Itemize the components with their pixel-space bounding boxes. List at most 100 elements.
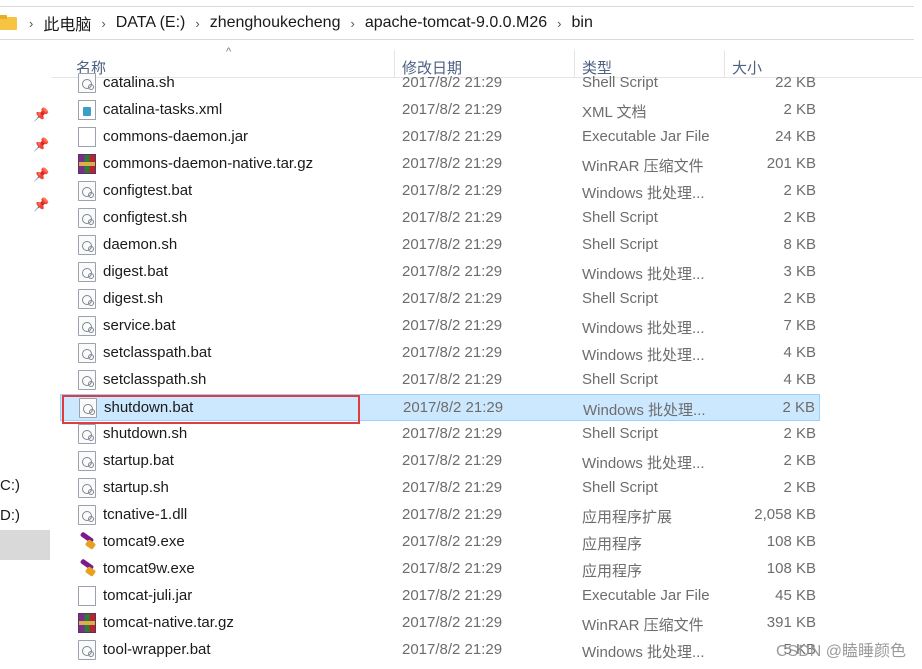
file-row[interactable]: digest.sh 2017/8/2 21:29 Shell Script 2 KB [60,286,820,313]
blank-file-icon [78,127,96,147]
file-name: setclasspath.sh [103,371,207,388]
file-name: tomcat9w.exe [103,560,195,577]
file-size: 2 KB [783,290,816,307]
file-row[interactable]: service.bat 2017/8/2 21:29 Windows 批处理... 7… [60,313,820,340]
file-date: 2017/8/2 21:29 [402,560,503,577]
pin-icon[interactable]: 📌 [33,168,49,182]
file-type: Shell Script [582,209,658,226]
file-row[interactable]: configtest.bat 2017/8/2 21:29 Windows 批处理.… [60,178,820,205]
file-type: Windows 批处理... [582,644,705,661]
file-row[interactable]: catalina-tasks.xml 2017/8/2 21:29 XML 文档 2 … [60,97,820,124]
file-date: 2017/8/2 21:29 [402,101,503,118]
folder-icon [0,15,19,31]
file-name: tomcat-native.tar.gz [103,614,234,631]
script-file-icon [78,235,96,255]
chevron-right-icon[interactable]: › [350,16,354,31]
nav-item-drive-c[interactable]: C:) [0,477,20,494]
annotation-highlight-box [62,395,360,424]
file-size: 108 KB [766,560,816,577]
file-size: 2 KB [783,101,816,118]
nav-item-selected[interactable] [0,530,50,560]
file-name: configtest.sh [103,209,188,226]
script-file-icon [78,181,96,201]
blank-file-icon [78,586,96,606]
pin-icon[interactable]: 📌 [33,198,49,212]
file-row[interactable]: tool-wrapper.bat 2017/8/2 21:29 Windows 批处… [60,637,820,664]
file-row[interactable]: setclasspath.sh 2017/8/2 21:29 Shell Scrip… [60,367,820,394]
file-row[interactable]: catalina.sh 2017/8/2 21:29 Shell Script 22 … [60,70,820,97]
breadcrumb[interactable]: › 此电脑 › DATA (E:) › zhenghoukecheng › ap… [0,6,914,40]
breadcrumb-item-zhenghoukecheng[interactable]: zhenghoukecheng [210,7,341,39]
file-type: Windows 批处理... [582,320,705,337]
file-size: 2 KB [783,425,816,442]
breadcrumb-item-this-pc[interactable]: 此电脑 [43,7,91,39]
script-file-icon [78,208,96,228]
file-type: Executable Jar File [582,587,710,604]
file-size: 2 KB [783,479,816,496]
sort-up-icon: ^ [226,46,232,58]
file-row[interactable]: configtest.sh 2017/8/2 21:29 Shell Script 2… [60,205,820,232]
file-type: Executable Jar File [582,128,710,145]
file-name: tcnative-1.dll [103,506,188,523]
file-date: 2017/8/2 21:29 [402,479,503,496]
file-date: 2017/8/2 21:29 [402,236,503,253]
file-name: service.bat [103,317,176,334]
file-size: 201 KB [766,155,816,172]
file-date: 2017/8/2 21:29 [402,182,503,199]
rar-file-icon [78,154,96,174]
file-row[interactable]: setclasspath.bat 2017/8/2 21:29 Windows 批处… [60,340,820,367]
chevron-right-icon[interactable]: › [557,16,561,31]
file-row[interactable]: commons-daemon-native.tar.gz 2017/8/2 21:… [60,151,820,178]
file-size: 391 KB [766,614,816,631]
chevron-right-icon[interactable]: › [195,16,199,31]
file-row[interactable]: commons-daemon.jar 2017/8/2 21:29 Executab… [60,124,820,151]
file-name: startup.sh [103,479,169,496]
script-file-icon [78,73,96,93]
file-type: Windows 批处理... [583,402,706,419]
file-row[interactable]: tomcat-native.tar.gz 2017/8/2 21:29 WinRAR… [60,610,820,637]
file-name: commons-daemon-native.tar.gz [103,155,314,172]
file-row[interactable]: startup.sh 2017/8/2 21:29 Shell Script 2 KB [60,475,820,502]
file-type: 应用程序 [582,536,643,553]
nav-item-drive-d[interactable]: D:) [0,507,20,524]
file-row[interactable]: tcnative-1.dll 2017/8/2 21:29 应用程序扩展 2,058 … [60,502,820,529]
script-file-icon [78,262,96,282]
pin-icon[interactable]: 📌 [33,138,49,152]
chevron-right-icon[interactable]: › [101,16,105,31]
file-size: 2 KB [783,452,816,469]
file-size: 4 KB [783,371,816,388]
breadcrumb-item-tomcat[interactable]: apache-tomcat-9.0.0.M26 [365,7,547,39]
file-row[interactable]: tomcat9w.exe 2017/8/2 21:29 应用程序 108 KB [60,556,820,583]
file-date: 2017/8/2 21:29 [403,399,504,416]
tomcat-exe-icon [78,559,96,579]
file-size: 3 KB [783,263,816,280]
file-type: WinRAR 压缩文件 [582,158,704,175]
file-size: 22 KB [775,74,816,91]
breadcrumb-item-bin[interactable]: bin [571,7,592,39]
file-name: shutdown.sh [103,425,188,442]
file-name: digest.bat [103,263,169,280]
file-name: daemon.sh [103,236,178,253]
file-date: 2017/8/2 21:29 [402,263,503,280]
navigation-pane[interactable]: 📌 📌 📌 📌 C:) D:) [0,46,52,669]
tomcat-exe-icon [78,532,96,552]
file-date: 2017/8/2 21:29 [402,290,503,307]
file-row[interactable]: startup.bat 2017/8/2 21:29 Windows 批处理... 2… [60,448,820,475]
file-row[interactable]: shutdown.sh 2017/8/2 21:29 Shell Script 2 K… [60,421,820,448]
file-row[interactable]: tomcat9.exe 2017/8/2 21:29 应用程序 108 KB [60,529,820,556]
file-size: 7 KB [783,317,816,334]
file-size: 108 KB [766,533,816,550]
file-row[interactable]: tomcat-juli.jar 2017/8/2 21:29 Executable … [60,583,820,610]
file-size: 24 KB [775,128,816,145]
file-date: 2017/8/2 21:29 [402,344,503,361]
breadcrumb-item-data-drive[interactable]: DATA (E:) [116,7,186,39]
file-row[interactable]: daemon.sh 2017/8/2 21:29 Shell Script 8 KB [60,232,820,259]
file-date: 2017/8/2 21:29 [402,533,503,550]
pin-icon[interactable]: 📌 [33,108,49,122]
file-name: tomcat9.exe [103,533,185,550]
file-row[interactable]: digest.bat 2017/8/2 21:29 Windows 批处理... 3 … [60,259,820,286]
file-date: 2017/8/2 21:29 [402,128,503,145]
chevron-right-icon[interactable]: › [29,16,33,31]
script-file-icon [78,640,96,660]
file-date: 2017/8/2 21:29 [402,209,503,226]
